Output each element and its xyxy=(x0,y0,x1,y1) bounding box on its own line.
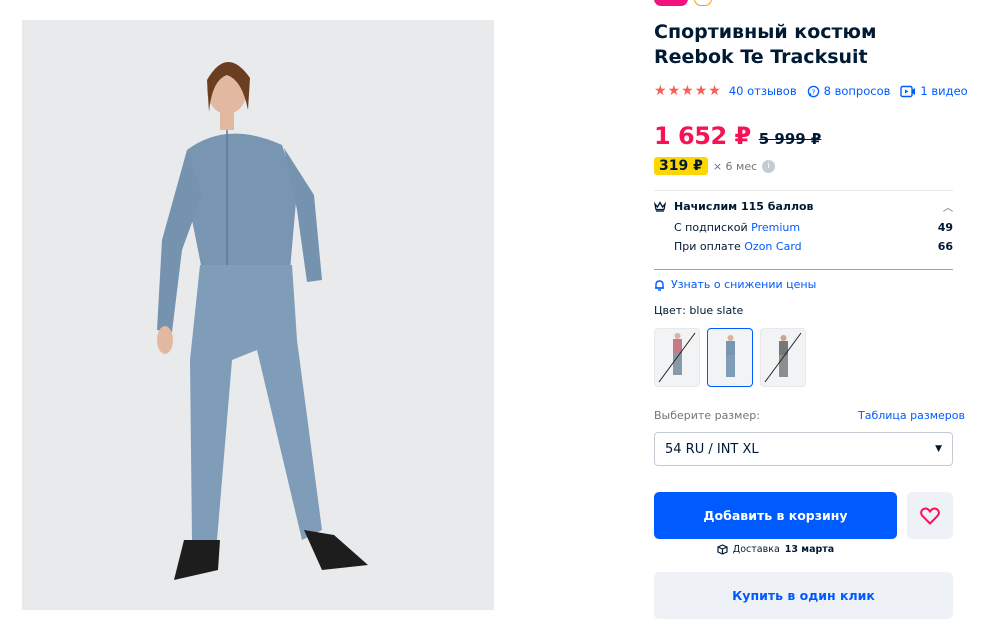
product-badges xyxy=(654,0,712,6)
ozon-card-link[interactable]: Ozon Card xyxy=(744,240,801,253)
old-price: 5 999 ₽ xyxy=(758,130,822,148)
color-swatch-grey[interactable] xyxy=(760,328,806,387)
installment-amount: 319 ₽ xyxy=(654,157,708,175)
color-swatches xyxy=(654,328,806,387)
svg-text:?: ? xyxy=(811,87,815,96)
chevron-up-icon[interactable]: ︿ xyxy=(943,199,953,214)
promo-badge xyxy=(654,0,688,6)
product-title: Спортивный костюм Reebok Te Tracksuit xyxy=(654,21,877,68)
reviews-link[interactable]: 40 отзывов xyxy=(729,84,797,98)
delivery-date: 13 марта xyxy=(784,544,835,555)
price-row: 1 652 ₽ 5 999 ₽ xyxy=(654,122,821,150)
star-icon: ★ xyxy=(681,83,694,99)
price-drop-alert-link[interactable]: Узнать о снижении цены xyxy=(654,278,816,291)
add-to-cart-button[interactable]: Добавить в корзину xyxy=(654,492,897,539)
color-swatch-pink[interactable] xyxy=(654,328,700,387)
color-label: Цвет: blue slate xyxy=(654,304,744,317)
size-chart-link[interactable]: Таблица размеров xyxy=(858,409,965,422)
points-panel: Начислим 115 баллов ︿ С подпиской Premiu… xyxy=(654,190,953,270)
crown-icon xyxy=(654,201,666,212)
size-select[interactable]: 54 RU / INT XL ▼ xyxy=(654,432,953,466)
rating-row: ★ ★ ★ ★ ★ 40 отзывов ? 8 вопросов 1 виде… xyxy=(654,84,978,98)
heart-icon xyxy=(920,506,940,525)
question-bubble-icon: ? xyxy=(807,85,819,97)
video-icon xyxy=(900,85,916,97)
delivery-info: Доставка 13 марта xyxy=(654,544,897,555)
color-swatch-blue-slate[interactable] xyxy=(707,328,753,387)
bestseller-badge xyxy=(694,0,712,6)
premium-link[interactable]: Premium xyxy=(751,221,800,234)
points-row: При оплате Ozon Card 66 xyxy=(674,240,953,253)
star-icon: ★ xyxy=(654,83,667,99)
installment-term: × 6 мес xyxy=(712,159,758,173)
box-icon xyxy=(717,544,728,555)
questions-link[interactable]: ? 8 вопросов xyxy=(807,84,890,98)
bell-icon xyxy=(655,279,664,291)
rating-stars[interactable]: ★ ★ ★ ★ ★ xyxy=(654,84,721,98)
current-price: 1 652 ₽ xyxy=(654,122,751,150)
points-header[interactable]: Начислим 115 баллов ︿ xyxy=(654,199,953,214)
product-photo[interactable] xyxy=(22,20,494,610)
size-label: Выберите размер: xyxy=(654,409,760,422)
info-icon[interactable]: i xyxy=(762,159,776,173)
dropdown-arrow-icon: ▼ xyxy=(935,444,942,454)
star-icon: ★ xyxy=(694,83,708,99)
star-icon: ★ xyxy=(667,83,681,99)
points-row: С подпиской Premium 49 xyxy=(674,221,953,234)
buy-one-click-button[interactable]: Купить в один клик xyxy=(654,572,953,619)
color-value: blue slate xyxy=(689,304,744,317)
favorite-button[interactable] xyxy=(907,492,953,539)
video-link[interactable]: 1 видео xyxy=(900,84,968,98)
star-half-icon: ★ xyxy=(708,83,721,99)
installment-row[interactable]: 319 ₽ × 6 мес i xyxy=(654,157,776,175)
